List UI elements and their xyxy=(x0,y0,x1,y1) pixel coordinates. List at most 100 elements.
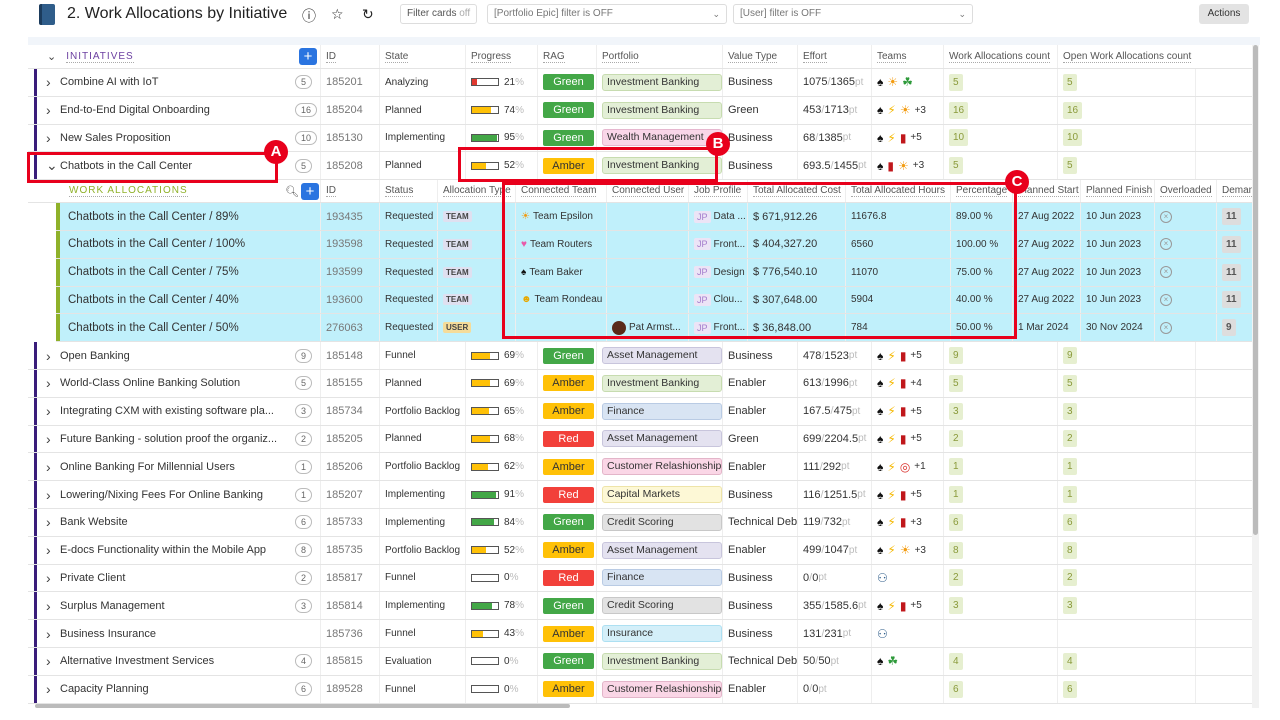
chevron-right-icon[interactable]: › xyxy=(46,431,60,447)
bolt-icon: ⚡ xyxy=(887,459,896,474)
add-allocation-button[interactable]: + xyxy=(296,180,322,202)
initiative-row[interactable]: › E-docs Functionality within the Mobile … xyxy=(28,536,1252,565)
chevron-right-icon[interactable]: › xyxy=(46,459,60,475)
initiative-name[interactable]: Surplus Management xyxy=(60,600,165,612)
chevron-right-icon[interactable]: › xyxy=(46,542,60,558)
initiative-name[interactable]: World-Class Online Banking Solution xyxy=(60,377,240,389)
chevron-down-icon[interactable]: ⌄ xyxy=(47,50,56,63)
initiative-row[interactable]: › Integrating CXM with existing software … xyxy=(28,397,1252,426)
portfolio-filter-select[interactable]: [Portfolio Epic] filter is OFF ⌄ xyxy=(487,4,727,24)
initiative-name[interactable]: Integrating CXM with existing software p… xyxy=(60,405,274,417)
initiative-name-cell[interactable]: › Online Banking For Millennial Users xyxy=(28,453,320,480)
initiative-name[interactable]: Capacity Planning xyxy=(60,683,149,695)
initiative-row[interactable]: › Open Banking 9 185148 Funnel 69% Green Asset … xyxy=(28,342,1252,370)
column-header[interactable]: Planned Finish xyxy=(1080,180,1154,203)
initiative-row[interactable]: › End-to-End Digital Onboarding 16 185204 Pl… xyxy=(28,96,1252,125)
chevron-right-icon[interactable]: › xyxy=(46,570,60,586)
initiative-name-cell[interactable]: › Integrating CXM with existing software … xyxy=(28,398,320,425)
initiative-row[interactable]: › Future Banking - solution proof the org… xyxy=(28,425,1252,454)
initiative-name-cell[interactable]: › End-to-End Digital Onboarding xyxy=(28,97,320,124)
chevron-right-icon[interactable]: › xyxy=(46,74,60,90)
initiative-name-cell[interactable]: › World-Class Online Banking Solution xyxy=(28,370,320,397)
initiative-name-cell[interactable]: › Surplus Management xyxy=(28,592,320,619)
column-header[interactable]: Value Type xyxy=(722,45,797,68)
chevron-right-icon[interactable]: › xyxy=(46,626,60,642)
allocation-name[interactable]: Chatbots in the Call Center / 75% xyxy=(68,266,239,278)
initiative-name[interactable]: End-to-End Digital Onboarding xyxy=(60,104,210,116)
column-header[interactable]: Open Work Allocations count xyxy=(1057,45,1195,68)
add-initiative-button[interactable]: + xyxy=(294,45,320,68)
initiative-name[interactable]: Future Banking - solution proof the orga… xyxy=(60,433,277,445)
user-filter-select[interactable]: [User] filter is OFF ⌄ xyxy=(733,4,973,24)
chevron-right-icon[interactable]: › xyxy=(46,403,60,419)
column-header[interactable]: Deman xyxy=(1216,180,1252,203)
initiative-name-cell[interactable]: › Open Banking xyxy=(28,342,320,369)
horizontal-scrollbar[interactable] xyxy=(35,704,570,708)
allocation-name-cell[interactable]: Chatbots in the Call Center / 75% xyxy=(60,259,348,286)
initiative-name[interactable]: Open Banking xyxy=(60,350,130,362)
initiative-name-cell[interactable]: › Alternative Investment Services xyxy=(28,648,320,675)
initiative-row[interactable]: › Surplus Management 3 185814 Implementing 78… xyxy=(28,592,1252,621)
column-header[interactable]: ID xyxy=(320,180,379,203)
initiative-name-cell[interactable]: › Private Client xyxy=(28,565,320,592)
initiative-row[interactable]: › Online Banking For Millennial Users 1 185… xyxy=(28,453,1252,482)
column-header[interactable]: Teams xyxy=(871,45,943,68)
initiative-name-cell[interactable]: › Combine AI with IoT xyxy=(28,69,320,96)
initiative-name-cell[interactable]: › Future Banking - solution proof the org… xyxy=(28,426,320,453)
initiative-name[interactable]: E-docs Functionality within the Mobile A… xyxy=(60,544,266,556)
chevron-right-icon[interactable]: › xyxy=(46,348,60,364)
initiative-row[interactable]: › World-Class Online Banking Solution 5 185… xyxy=(28,369,1252,398)
column-header[interactable]: State xyxy=(379,45,465,68)
initiative-row[interactable]: › Alternative Investment Services 4 185815 E… xyxy=(28,647,1252,676)
allocation-name-cell[interactable]: Chatbots in the Call Center / 100% xyxy=(60,231,348,258)
initiative-row[interactable]: › Business Insurance 185736 Funnel 43% Amber I… xyxy=(28,620,1252,648)
star-icon[interactable]: ☆ xyxy=(331,6,344,23)
column-header[interactable]: Portfolio xyxy=(596,45,722,68)
initiative-name[interactable]: Private Client xyxy=(60,572,125,584)
chevron-right-icon[interactable]: › xyxy=(46,130,60,146)
column-header[interactable]: Progress xyxy=(465,45,537,68)
column-header[interactable]: ID xyxy=(320,45,379,68)
vertical-scrollbar[interactable] xyxy=(1252,45,1259,708)
allocation-name-cell[interactable]: Chatbots in the Call Center / 50% xyxy=(60,314,348,341)
initiative-name[interactable]: Alternative Investment Services xyxy=(60,655,214,667)
allocation-name[interactable]: Chatbots in the Call Center / 100% xyxy=(68,238,245,250)
chevron-right-icon[interactable]: › xyxy=(46,514,60,530)
allocation-name[interactable]: Chatbots in the Call Center / 50% xyxy=(68,322,239,334)
refresh-icon[interactable]: ↻ xyxy=(362,6,374,23)
initiative-name-cell[interactable]: › Capacity Planning xyxy=(28,676,320,703)
allocation-name[interactable]: Chatbots in the Call Center / 40% xyxy=(68,294,239,306)
initiative-name[interactable]: Lowering/Nixing Fees For Online Banking xyxy=(60,489,263,501)
initiative-row[interactable]: › Lowering/Nixing Fees For Online Banking… xyxy=(28,481,1252,509)
initiative-name[interactable]: Bank Website xyxy=(60,516,128,528)
chevron-right-icon[interactable]: › xyxy=(46,598,60,614)
column-header[interactable]: Overloaded xyxy=(1154,180,1216,203)
initiative-name-cell[interactable]: › Bank Website xyxy=(28,509,320,536)
allocation-name-cell[interactable]: Chatbots in the Call Center / 40% xyxy=(60,287,348,314)
column-header[interactable]: Effort xyxy=(797,45,871,68)
actions-button[interactable]: Actions xyxy=(1199,4,1249,24)
chevron-right-icon[interactable]: › xyxy=(46,487,60,503)
allocation-name[interactable]: Chatbots in the Call Center / 89% xyxy=(68,211,239,223)
column-header[interactable]: Work Allocations count xyxy=(943,45,1057,68)
initiative-name[interactable]: Combine AI with IoT xyxy=(60,76,158,88)
info-icon[interactable]: ⓘ xyxy=(302,6,316,26)
allocation-name-cell[interactable]: Chatbots in the Call Center / 89% xyxy=(60,203,348,230)
initiative-row[interactable]: › Private Client 2 185817 Funnel 0% Red Finance… xyxy=(28,564,1252,593)
chevron-right-icon[interactable]: › xyxy=(46,681,60,697)
column-header[interactable]: RAG xyxy=(537,45,596,68)
initiative-name-cell[interactable]: › E-docs Functionality within the Mobile … xyxy=(28,537,320,564)
initiative-row[interactable]: › Combine AI with IoT 5 185201 Analyzing 21% G… xyxy=(28,69,1252,97)
initiative-row[interactable]: › Bank Website 6 185733 Implementing 84% Green… xyxy=(28,508,1252,537)
initiative-name-cell[interactable]: › Business Insurance xyxy=(28,620,320,647)
initiative-name[interactable]: Business Insurance xyxy=(60,628,156,640)
initiative-name-cell[interactable]: › Lowering/Nixing Fees For Online Banking xyxy=(28,481,320,508)
initiative-name[interactable]: Online Banking For Millennial Users xyxy=(60,461,235,473)
initiative-row[interactable]: › Capacity Planning 6 189528 Funnel 0% Amber Cu… xyxy=(28,675,1252,704)
filter-cards-button[interactable]: Filter cards off xyxy=(400,4,478,24)
chevron-right-icon[interactable]: › xyxy=(46,102,60,118)
chevron-right-icon[interactable]: › xyxy=(46,653,60,669)
column-header[interactable]: Status xyxy=(379,180,437,203)
chevron-right-icon[interactable]: › xyxy=(46,375,60,391)
initiative-name[interactable]: New Sales Proposition xyxy=(60,132,171,144)
